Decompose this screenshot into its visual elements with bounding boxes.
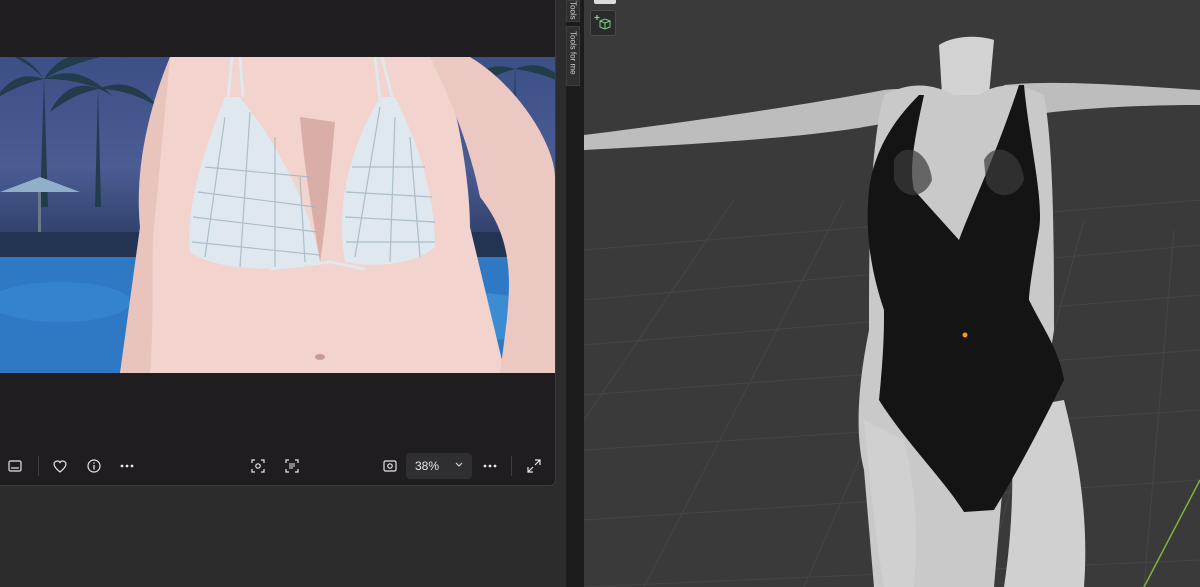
fullscreen-expand-icon[interactable]: [524, 448, 544, 484]
tab-tools-label: Tools: [568, 1, 578, 20]
chevron-down-icon: [455, 462, 463, 467]
photo-viewer-window: 38%: [0, 0, 556, 486]
more-options-icon[interactable]: [117, 448, 137, 484]
text-scan-icon[interactable]: [282, 448, 302, 484]
fit-to-window-icon[interactable]: [380, 448, 400, 484]
info-icon[interactable]: [84, 448, 104, 484]
tool-button-partial[interactable]: [594, 0, 616, 4]
zoom-level-value: 38%: [415, 459, 440, 473]
photo-image[interactable]: [0, 57, 555, 373]
add-cube-icon: [594, 15, 611, 30]
tab-tools-for-me-label: Tools for me: [568, 31, 578, 75]
toolbar-divider: [511, 456, 512, 476]
filmstrip-icon[interactable]: [6, 448, 24, 484]
more-options-icon[interactable]: [480, 448, 500, 484]
tab-tools-for-me[interactable]: Tools for me: [566, 26, 580, 86]
favorite-heart-icon[interactable]: [50, 448, 70, 484]
sidebar-tab-strip: [566, 0, 584, 587]
tab-tools[interactable]: Tools: [566, 0, 580, 22]
zoom-level-dropdown[interactable]: 38%: [406, 453, 472, 479]
add-object-tool-button[interactable]: [590, 10, 616, 36]
toolbar-divider: [38, 456, 39, 476]
3d-viewport[interactable]: [584, 0, 1200, 587]
viewer-toolbar: 38%: [0, 448, 555, 484]
visual-search-icon[interactable]: [248, 448, 268, 484]
